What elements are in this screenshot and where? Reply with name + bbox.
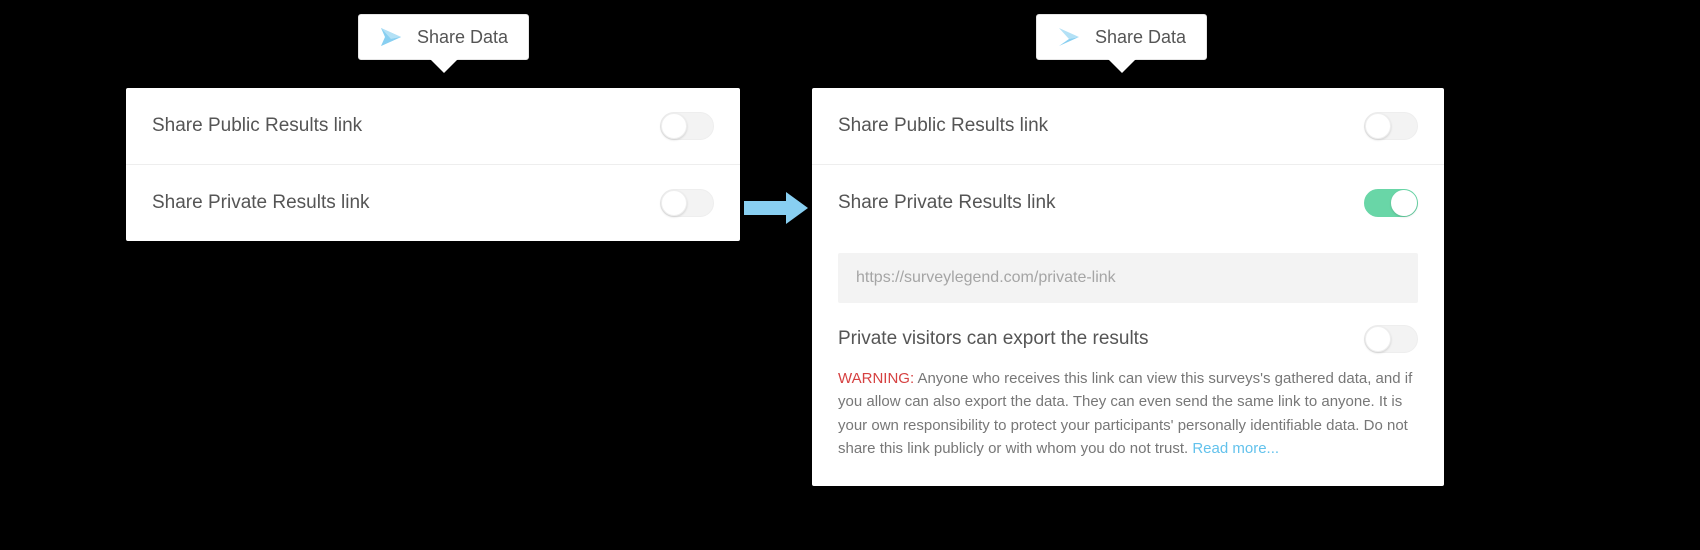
warning-text: WARNING: Anyone who receives this link c… (812, 363, 1444, 486)
share-public-row: Share Public Results link (812, 88, 1444, 165)
share-data-tab-label: Share Data (417, 27, 508, 48)
share-private-label: Share Private Results link (152, 192, 370, 214)
private-export-toggle[interactable] (1364, 325, 1418, 353)
private-link-field[interactable]: https://surveylegend.com/private-link (838, 253, 1418, 303)
warning-body: Anyone who receives this link can view t… (838, 370, 1412, 457)
warning-label: WARNING: (838, 370, 914, 387)
share-private-row: Share Private Results link (812, 165, 1444, 241)
share-private-row: Share Private Results link (126, 165, 740, 241)
share-data-panel-left: Share Public Results link Share Private … (126, 88, 740, 241)
paper-plane-icon (379, 25, 403, 49)
share-public-label: Share Public Results link (838, 115, 1048, 137)
share-public-label: Share Public Results link (152, 115, 362, 137)
share-data-tab-left[interactable]: Share Data (358, 14, 529, 60)
transition-arrow-icon (744, 192, 808, 224)
share-data-panel-right: Share Public Results link Share Private … (812, 88, 1444, 486)
read-more-link[interactable]: Read more... (1192, 440, 1279, 457)
share-private-label: Share Private Results link (838, 192, 1056, 214)
share-private-toggle[interactable] (1364, 189, 1418, 217)
share-data-tab-label: Share Data (1095, 27, 1186, 48)
share-data-tab-right[interactable]: Share Data (1036, 14, 1207, 60)
paper-plane-icon (1057, 25, 1081, 49)
share-public-row: Share Public Results link (126, 88, 740, 165)
share-private-toggle[interactable] (660, 189, 714, 217)
share-public-toggle[interactable] (660, 112, 714, 140)
private-export-label: Private visitors can export the results (838, 328, 1148, 350)
share-public-toggle[interactable] (1364, 112, 1418, 140)
private-export-row: Private visitors can export the results (812, 303, 1444, 363)
